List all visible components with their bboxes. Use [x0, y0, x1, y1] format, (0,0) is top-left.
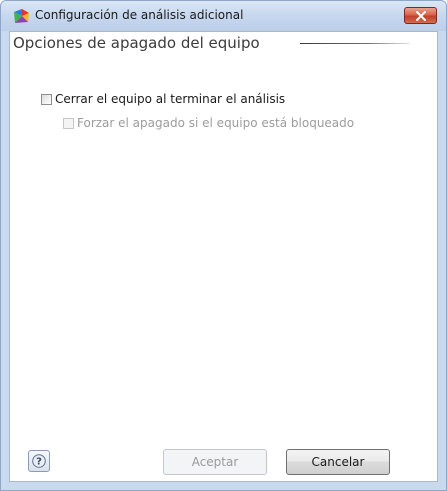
svg-text:?: ?	[36, 457, 42, 468]
force-shutdown-checkbox	[63, 117, 74, 129]
force-shutdown-label: Forzar el apagado si el equipo está bloq…	[77, 116, 355, 130]
help-icon: ?	[32, 454, 46, 468]
cancel-button[interactable]: Cancelar	[286, 449, 390, 475]
close-button[interactable]	[404, 7, 437, 24]
help-button[interactable]: ?	[28, 450, 50, 472]
shutdown-label[interactable]: Cerrar el equipo al terminar el análisis	[55, 92, 285, 106]
accept-button[interactable]: Aceptar	[163, 449, 267, 475]
shutdown-checkbox[interactable]	[41, 93, 52, 105]
close-icon	[416, 11, 426, 21]
window-title: Configuración de análisis adicional	[35, 8, 244, 22]
title-bar[interactable]: Configuración de análisis adicional	[1, 1, 446, 31]
section-title: Opciones de apagado del equipo	[13, 34, 260, 52]
dialog-window: Configuración de análisis adicional	[0, 0, 447, 491]
avg-logo-icon	[13, 9, 30, 24]
option-force-shutdown-row: Forzar el apagado si el equipo está bloq…	[63, 116, 354, 130]
section-divider	[300, 43, 410, 44]
option-shutdown-row[interactable]: Cerrar el equipo al terminar el análisis	[41, 92, 285, 106]
